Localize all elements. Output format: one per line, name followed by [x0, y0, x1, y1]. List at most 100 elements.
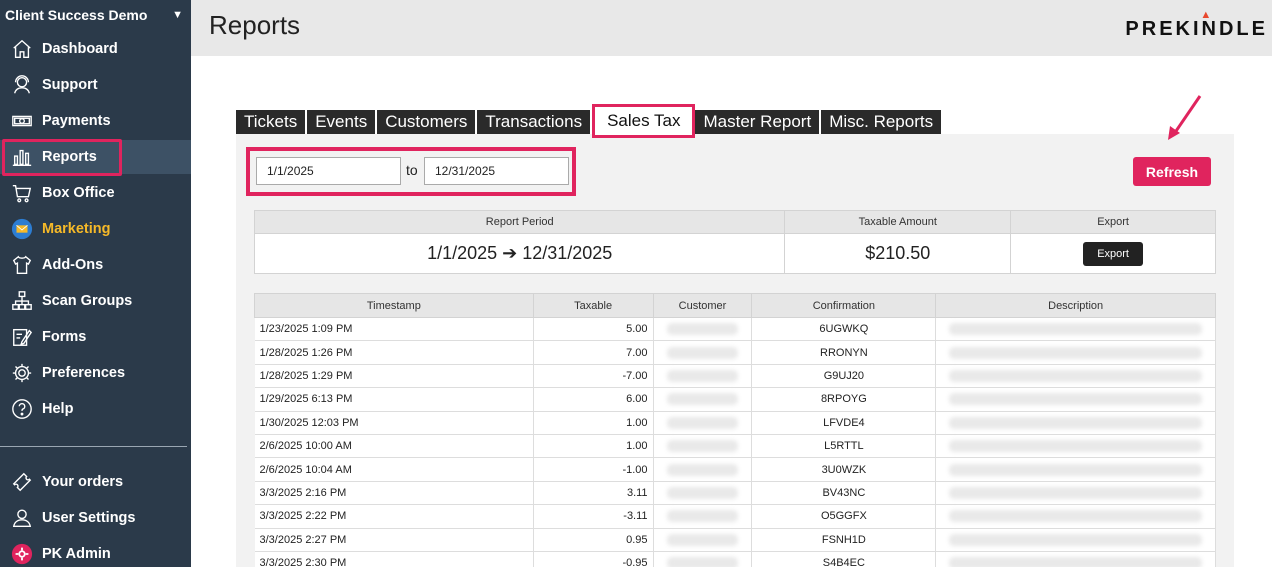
table-row[interactable]: 3/3/2025 2:30 PM -0.95 S4B4EC — [254, 551, 1216, 567]
row-customer-redacted — [653, 340, 753, 365]
org-switcher[interactable]: Client Success Demo ▼ — [0, 0, 191, 30]
row-description-redacted — [935, 364, 1216, 389]
table-row[interactable]: 3/3/2025 2:27 PM 0.95 FSNH1D — [254, 528, 1216, 552]
row-timestamp: 1/30/2025 12:03 PM — [254, 411, 534, 435]
column-header-description[interactable]: Description — [935, 293, 1216, 318]
tab-misc-reports[interactable]: Misc. Reports — [821, 110, 944, 134]
row-confirmation[interactable]: L5RTTL — [751, 434, 937, 459]
sidebar-item-label: Scan Groups — [42, 293, 133, 309]
row-timestamp: 2/6/2025 10:04 AM — [254, 457, 534, 482]
row-taxable: 6.00 — [533, 387, 654, 412]
table-row[interactable]: 1/28/2025 1:26 PM 7.00 RRONYN — [254, 340, 1216, 365]
sidebar-item-box-office[interactable]: Box Office — [0, 176, 191, 210]
table-row[interactable]: 1/28/2025 1:29 PM -7.00 G9UJ20 — [254, 364, 1216, 389]
row-timestamp: 2/6/2025 10:00 AM — [254, 434, 534, 459]
home-icon — [10, 37, 34, 61]
admin-gear-icon — [10, 542, 34, 566]
row-taxable: -3.11 — [533, 504, 654, 529]
tab-master-report[interactable]: Master Report — [695, 110, 822, 134]
sitemap-icon — [10, 289, 34, 313]
report-tabs: Tickets Events Customers Transactions Sa… — [236, 104, 944, 138]
tab-customers[interactable]: Customers — [377, 110, 478, 134]
sidebar: Client Success Demo ▼ Dashboard Support … — [0, 0, 191, 567]
redacted-text — [666, 369, 739, 382]
redacted-text — [949, 440, 1202, 453]
table-row[interactable]: 1/29/2025 6:13 PM 6.00 8RPOYG — [254, 387, 1216, 412]
sidebar-item-add-ons[interactable]: Add-Ons — [0, 248, 191, 282]
tab-tickets[interactable]: Tickets — [236, 110, 308, 134]
redacted-text — [666, 533, 739, 546]
redacted-text — [949, 463, 1202, 476]
row-confirmation[interactable]: O5GGFX — [751, 504, 937, 529]
row-confirmation[interactable]: 3U0WZK — [751, 457, 937, 482]
tab-transactions[interactable]: Transactions — [477, 110, 593, 134]
table-row[interactable]: 3/3/2025 2:22 PM -3.11 O5GGFX — [254, 504, 1216, 529]
row-confirmation[interactable]: LFVDE4 — [751, 411, 937, 435]
row-customer-redacted — [653, 551, 753, 567]
column-header-confirmation[interactable]: Confirmation — [751, 293, 937, 318]
row-confirmation[interactable]: G9UJ20 — [751, 364, 937, 389]
column-header-customer[interactable]: Customer — [652, 293, 753, 318]
row-timestamp: 3/3/2025 2:22 PM — [254, 504, 534, 529]
sidebar-item-pk-admin[interactable]: PK Admin — [0, 537, 191, 567]
table-row[interactable]: 3/3/2025 2:16 PM 3.11 BV43NC — [254, 481, 1216, 506]
row-timestamp: 3/3/2025 2:27 PM — [254, 528, 534, 552]
summary-header-export: Export — [1010, 210, 1216, 234]
refresh-button[interactable]: Refresh — [1133, 157, 1211, 186]
table-row[interactable]: 1/23/2025 1:09 PM 5.00 6UGWKQ — [254, 317, 1216, 342]
tab-events[interactable]: Events — [307, 110, 378, 134]
sidebar-item-dashboard[interactable]: Dashboard — [0, 32, 191, 66]
row-taxable: 0.95 — [533, 528, 654, 552]
sidebar-item-user-settings[interactable]: User Settings — [0, 501, 191, 535]
caret-down-icon[interactable]: ▼ — [172, 9, 183, 21]
sidebar-item-label: Forms — [42, 329, 87, 345]
row-confirmation[interactable]: 8RPOYG — [751, 387, 937, 412]
table-row[interactable]: 2/6/2025 10:00 AM 1.00 L5RTTL — [254, 434, 1216, 459]
export-button[interactable]: Export — [1083, 242, 1143, 266]
export-cell: Export — [1010, 233, 1216, 274]
row-customer-redacted — [653, 411, 753, 435]
summary-header-amount: Taxable Amount — [784, 210, 1012, 234]
redacted-text — [666, 463, 739, 476]
column-header-taxable[interactable]: Taxable — [532, 293, 654, 318]
sidebar-item-support[interactable]: Support — [0, 68, 191, 102]
sidebar-item-label: Dashboard — [42, 41, 118, 57]
column-header-timestamp[interactable]: Timestamp — [254, 293, 534, 318]
sidebar-item-label: Your orders — [42, 474, 124, 490]
row-confirmation[interactable]: 6UGWKQ — [751, 317, 937, 342]
sidebar-item-payments[interactable]: Payments — [0, 104, 191, 138]
table-row[interactable]: 2/6/2025 10:04 AM -1.00 3U0WZK — [254, 457, 1216, 482]
sidebar-item-preferences[interactable]: Preferences — [0, 356, 191, 390]
sidebar-item-help[interactable]: Help — [0, 392, 191, 426]
table-row[interactable]: 1/30/2025 12:03 PM 1.00 LFVDE4 — [254, 411, 1216, 435]
row-timestamp: 3/3/2025 2:16 PM — [254, 481, 534, 506]
row-customer-redacted — [653, 317, 753, 342]
tab-sales-tax[interactable]: Sales Tax — [592, 104, 696, 138]
prekindle-logo[interactable]: PREKINDLE ▲ — [1125, 9, 1268, 41]
highlight-box — [2, 139, 122, 176]
mail-icon — [10, 217, 34, 241]
start-date-input[interactable] — [256, 157, 401, 185]
sidebar-item-your-orders[interactable]: Your orders — [0, 465, 191, 499]
row-timestamp: 1/23/2025 1:09 PM — [254, 317, 534, 342]
redacted-text — [666, 440, 739, 453]
sidebar-item-forms[interactable]: Forms — [0, 320, 191, 354]
redacted-text — [949, 486, 1202, 499]
redacted-text — [666, 416, 739, 429]
sidebar-item-scan-groups[interactable]: Scan Groups — [0, 284, 191, 318]
shirt-icon — [10, 253, 34, 277]
row-taxable: 7.00 — [533, 340, 654, 365]
sidebar-item-label: User Settings — [42, 510, 136, 526]
row-confirmation[interactable]: BV43NC — [751, 481, 937, 506]
row-confirmation[interactable]: FSNH1D — [751, 528, 937, 552]
redacted-text — [949, 416, 1202, 429]
user-icon — [10, 506, 34, 530]
sidebar-item-label: PK Admin — [42, 546, 111, 562]
taxable-amount: $210.50 — [784, 233, 1012, 274]
row-confirmation[interactable]: RRONYN — [751, 340, 937, 365]
row-confirmation[interactable]: S4B4EC — [751, 551, 937, 567]
sidebar-item-marketing[interactable]: Marketing — [0, 212, 191, 246]
end-date-input[interactable] — [424, 157, 569, 185]
row-customer-redacted — [653, 364, 753, 389]
row-timestamp: 3/3/2025 2:30 PM — [254, 551, 534, 567]
